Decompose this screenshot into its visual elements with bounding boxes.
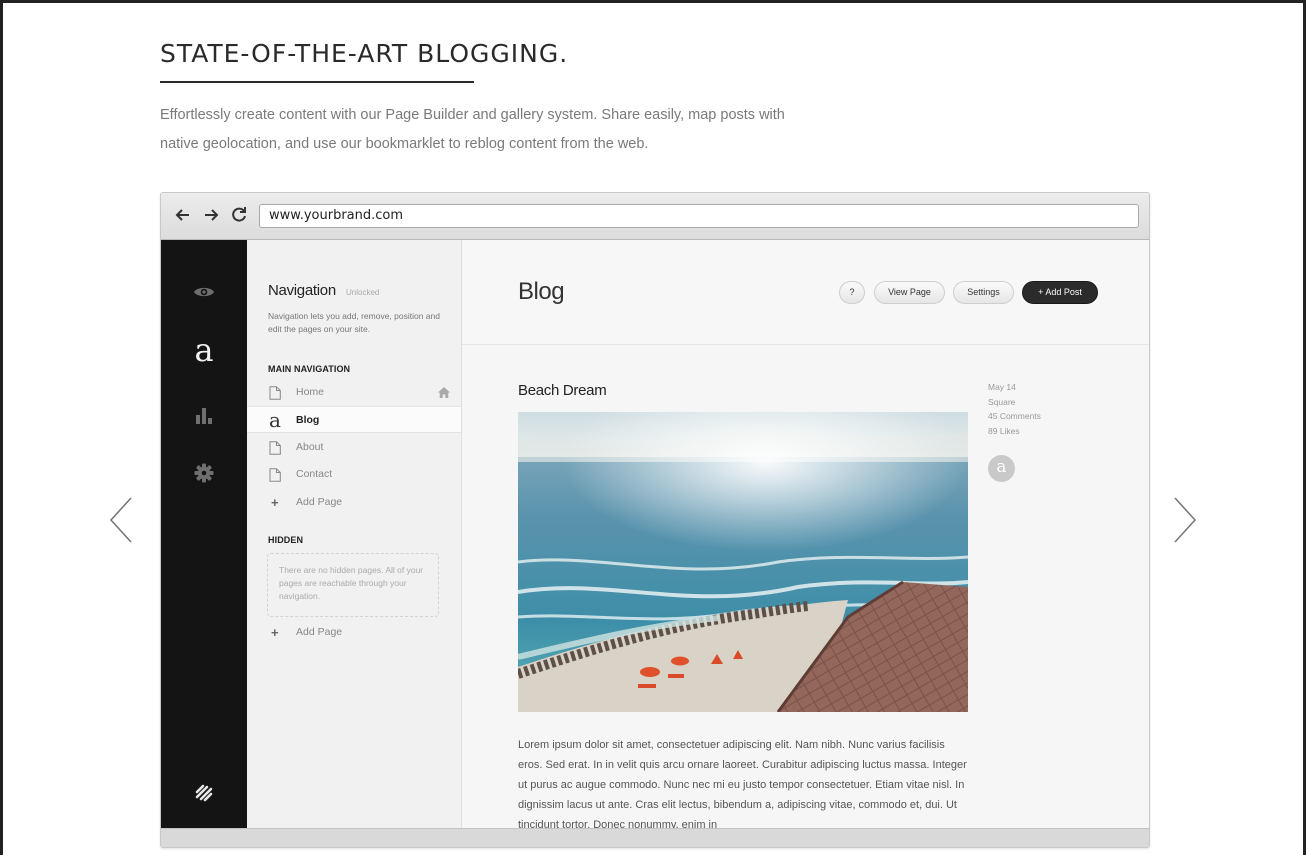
settings-button[interactable]: Settings	[953, 281, 1014, 304]
nav-item-about[interactable]: About	[247, 434, 461, 461]
nav-item-label: Home	[296, 386, 325, 398]
hidden-heading: HIDDEN	[268, 535, 304, 545]
chevron-left-icon	[109, 497, 132, 543]
arrow-right-icon	[205, 209, 219, 221]
view-page-button[interactable]: View Page	[874, 281, 945, 304]
nav-item-label: About	[296, 441, 324, 453]
icon-rail: a	[161, 240, 247, 829]
hidden-add-page-button[interactable]: + Add Page	[247, 619, 461, 646]
home-icon	[438, 387, 450, 398]
rail-logo[interactable]: a	[161, 332, 247, 368]
gear-icon	[194, 463, 214, 483]
back-button[interactable]	[173, 205, 193, 225]
post-comments[interactable]: 45 Comments	[988, 409, 1041, 424]
main-navigation-heading: MAIN NAVIGATION	[268, 364, 351, 374]
settings-rail-button[interactable]	[189, 458, 219, 488]
post-author[interactable]: Square	[988, 395, 1041, 410]
plus-icon: +	[271, 625, 279, 640]
post-date: May 14	[988, 382, 1016, 392]
navigation-title: Navigation	[268, 282, 336, 299]
carousel-next-button[interactable]	[1169, 495, 1199, 545]
lock-status-badge[interactable]: Unlocked	[346, 288, 379, 297]
plus-icon: +	[271, 495, 279, 510]
eye-icon	[194, 287, 214, 297]
blog-page-icon: a	[269, 408, 281, 432]
page-icon	[269, 441, 281, 455]
browser-status-bar	[161, 828, 1149, 847]
browser-toolbar: www.yourbrand.com	[161, 193, 1149, 240]
add-post-button[interactable]: + Add Post	[1022, 281, 1098, 304]
reload-button[interactable]	[229, 205, 249, 225]
author-avatar: a	[988, 455, 1015, 482]
post-body: Lorem ipsum dolor sit amet, consectetuer…	[518, 739, 967, 829]
forward-button[interactable]	[201, 205, 221, 225]
content-header: Blog ? View Page Settings + Add Post	[462, 240, 1149, 345]
add-page-label: Add Page	[296, 626, 343, 638]
nav-item-home[interactable]: Home	[247, 379, 461, 406]
carousel-prev-button[interactable]	[107, 495, 137, 545]
nav-item-label: Contact	[296, 468, 333, 480]
page-title: STATE-OF-THE-ART BLOGGING.	[160, 39, 569, 68]
address-bar[interactable]: www.yourbrand.com	[259, 204, 1139, 228]
add-page-button[interactable]: + Add Page	[247, 489, 461, 516]
browser-window: www.yourbrand.com a Navigation Unlocked …	[160, 192, 1150, 848]
arrow-left-icon	[175, 209, 189, 221]
squarespace-logo-icon	[195, 784, 213, 802]
chevron-right-icon	[1174, 497, 1197, 543]
blog-page-title: Blog	[518, 278, 565, 305]
post-image[interactable]	[518, 412, 968, 712]
bar-chart-icon	[196, 408, 212, 424]
hidden-pages-dropzone: There are no hidden pages. All of your p…	[267, 553, 439, 617]
analytics-button[interactable]	[189, 400, 219, 430]
post-likes[interactable]: 89 Likes	[988, 424, 1041, 439]
page-description: Effortlessly create content with our Pag…	[160, 107, 785, 152]
app-screen: a Navigation Unlocked Navigation lets yo…	[161, 240, 1149, 829]
blog-content-area: Blog ? View Page Settings + Add Post Bea…	[462, 240, 1149, 829]
nav-item-contact[interactable]: Contact	[247, 461, 461, 488]
title-underline	[160, 81, 474, 83]
nav-item-blog[interactable]: a Blog	[247, 406, 461, 433]
page-icon	[269, 468, 281, 482]
squarespace-logo[interactable]	[189, 778, 219, 808]
post-title[interactable]: Beach Dream	[518, 382, 607, 399]
post-meta: May 14 Square 45 Comments 89 Likes	[988, 380, 1041, 438]
navigation-panel: Navigation Unlocked Navigation lets you …	[247, 240, 462, 829]
nav-item-label: Blog	[296, 414, 320, 426]
preview-button[interactable]	[189, 277, 219, 307]
navigation-description: Navigation lets you add, remove, positio…	[268, 311, 440, 334]
help-button[interactable]: ?	[839, 281, 865, 304]
page-icon	[269, 386, 281, 400]
reload-icon	[232, 207, 246, 222]
add-page-label: Add Page	[296, 496, 343, 508]
